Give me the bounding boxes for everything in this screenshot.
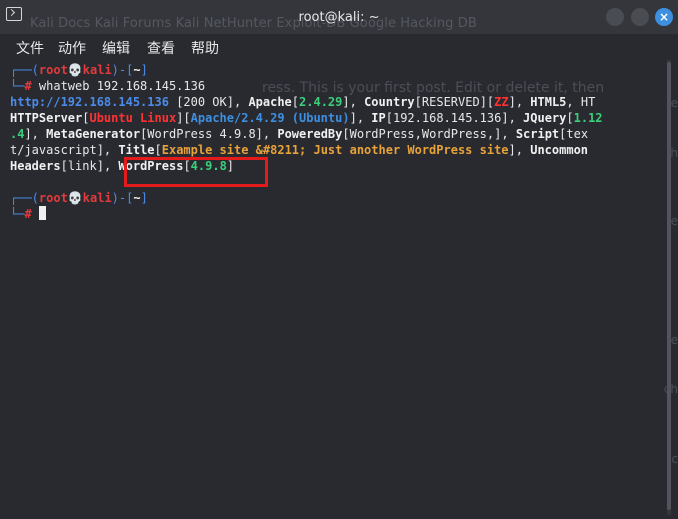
minimize-button[interactable] (606, 8, 624, 26)
scrollbar-thumb[interactable] (667, 62, 671, 510)
menu-edit[interactable]: 编辑 (102, 38, 130, 58)
prompt-line-1: ┌──(root💀kali)-[~] (10, 63, 148, 77)
titlebar: Kali Docs Kali Forums Kali NetHunter Exp… (0, 0, 678, 34)
command-line: └─# whatweb 192.168.145.136 (10, 79, 206, 93)
output-line-3: .4], MetaGenerator[WordPress 4.9.8], Pow… (10, 127, 589, 141)
prompt-host: kali (82, 63, 112, 77)
background-fragment: c (671, 452, 678, 466)
menu-actions[interactable]: 动作 (58, 38, 86, 58)
menu-file[interactable]: 文件 (16, 38, 44, 58)
input-line[interactable]: └─# (10, 206, 46, 222)
command-text: whatweb 192.168.145.136 (38, 79, 206, 93)
prompt-path: ~ (133, 63, 141, 77)
text-cursor (38, 206, 46, 220)
maximize-button[interactable] (631, 8, 649, 26)
menu-view[interactable]: 查看 (147, 38, 175, 58)
output-line-1: http://192.168.145.136 [200 OK], Apache[… (10, 95, 596, 109)
annotation-highlight-box (124, 157, 268, 187)
menubar: 文件 动作 编辑 查看 帮助 (0, 34, 678, 60)
skull-icon: 💀 (67, 191, 83, 205)
background-fragment: h (670, 146, 678, 160)
menu-help[interactable]: 帮助 (191, 38, 219, 58)
background-fragment: e (670, 214, 678, 228)
terminal-window: Kali Docs Kali Forums Kali NetHunter Exp… (0, 0, 678, 519)
skull-icon: 💀 (67, 63, 83, 77)
output-line-2: HTTPServer[Ubuntu Linux][Apache/2.4.29 (… (10, 111, 603, 125)
prompt-user: root (38, 63, 68, 77)
prompt-line-2: ┌──(root💀kali)-[~] (10, 191, 148, 205)
close-icon: × (658, 10, 670, 24)
terminal-output[interactable]: ┌──(root💀kali)-[~] └─# whatweb 192.168.1… (10, 62, 662, 517)
http-status: [200 OK] (176, 95, 234, 109)
background-fragment: e (670, 333, 678, 347)
close-button[interactable]: × (655, 8, 673, 26)
target-url[interactable]: http://192.168.145.136 (10, 95, 169, 109)
output-line-4: t/javascript], Title[Example site &#8211… (10, 143, 589, 157)
window-title: root@kali: ~ (298, 10, 380, 25)
